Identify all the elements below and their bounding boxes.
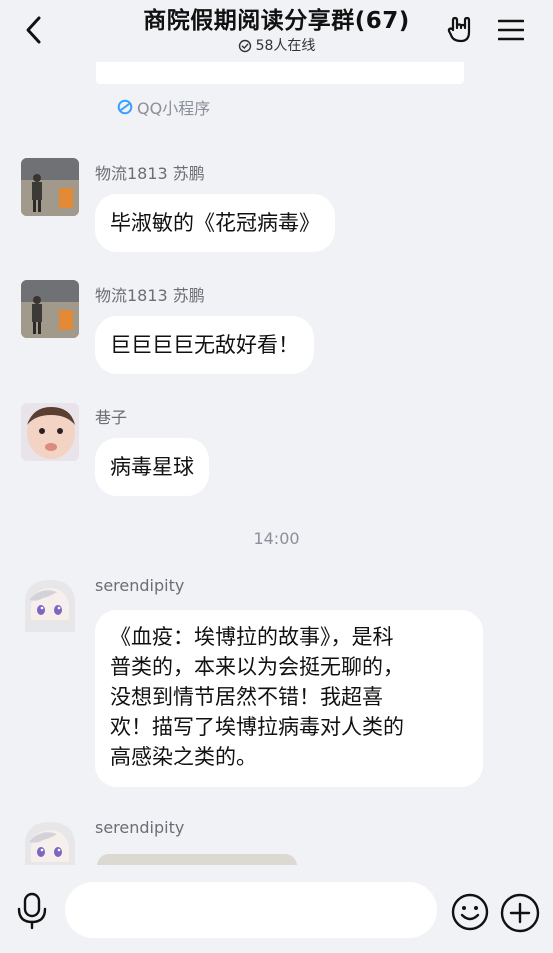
more-button[interactable] [500, 893, 540, 933]
image-message[interactable] [97, 854, 297, 865]
microphone-icon [17, 892, 47, 930]
emoji-button[interactable] [451, 893, 489, 931]
plus-circle-icon [500, 893, 540, 933]
smiley-icon [451, 893, 489, 931]
miniprogram-source: QQ小程序 [117, 95, 210, 119]
sender-name: serendipity [95, 818, 185, 837]
message-input[interactable] [65, 882, 437, 938]
group-activity-button[interactable] [443, 12, 477, 48]
message-bubble[interactable]: 巨巨巨巨无敌好看！ [95, 316, 314, 374]
message-list[interactable]: QQ小程序 物流1813 苏鹏 毕淑敏的《花冠病毒》 物流1813 苏鹏 巨巨巨… [0, 62, 553, 865]
avatar[interactable] [21, 574, 79, 632]
back-button[interactable] [16, 12, 50, 48]
chevron-left-icon [26, 16, 41, 44]
avatar[interactable] [21, 403, 79, 461]
message-line: 普类的，本来以为会挺无聊的， [110, 655, 404, 679]
anime-girl-icon [21, 816, 79, 865]
avatar[interactable] [21, 816, 79, 865]
message-bubble[interactable]: 《血疫：埃博拉的故事》，是科 普类的，本来以为会挺无聊的， 没想到情节居然不错！… [95, 610, 483, 787]
message-bubble[interactable]: 病毒星球 [95, 438, 209, 496]
message-line: 《血疫：埃博拉的故事》，是科 [110, 625, 394, 649]
miniprogram-icon [117, 99, 133, 115]
avatar[interactable] [21, 158, 79, 216]
baby-photo-icon [21, 403, 79, 461]
group-title: 商院假期阅读分享群(67) [143, 8, 410, 34]
rock-hand-icon [447, 16, 471, 43]
hamburger-menu-icon [498, 19, 524, 41]
sender-name: 物流1813 苏鹏 [95, 164, 205, 183]
person-photo-icon [21, 158, 79, 216]
online-status: 58人在线 [110, 36, 443, 56]
message-line: 高感染之类的。 [110, 745, 257, 769]
menu-button[interactable] [494, 12, 528, 48]
title-block[interactable]: 商院假期阅读分享群(67) 58人在线 [110, 6, 443, 56]
message-bubble[interactable]: 毕淑敏的《花冠病毒》 [95, 194, 335, 252]
sender-name: 物流1813 苏鹏 [95, 286, 205, 305]
anime-girl-icon [21, 574, 79, 632]
online-count: 58人在线 [255, 38, 316, 54]
voice-button[interactable] [14, 891, 50, 931]
avatar[interactable] [21, 280, 79, 338]
message-line: 没想到情节居然不错！我超喜 [110, 685, 383, 709]
miniprogram-label: QQ小程序 [137, 99, 211, 118]
chat-header: 商院假期阅读分享群(67) 58人在线 [0, 0, 553, 62]
person-photo-icon [21, 280, 79, 338]
miniprogram-card[interactable] [96, 62, 464, 84]
sender-name: serendipity [95, 576, 185, 595]
sender-name: 巷子 [95, 408, 128, 427]
message-line: 欢！描写了埃博拉病毒对人类的 [110, 715, 404, 739]
timestamp: 14:00 [253, 529, 300, 548]
input-bar [0, 865, 553, 953]
online-indicator-icon [238, 39, 251, 53]
